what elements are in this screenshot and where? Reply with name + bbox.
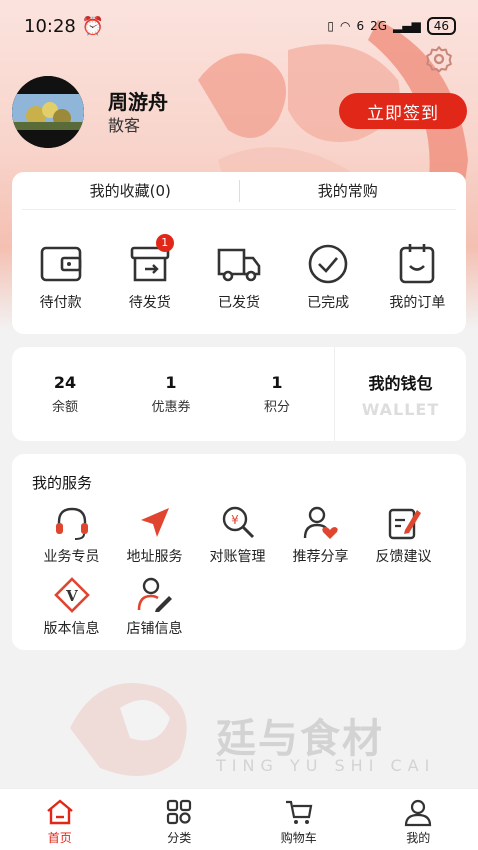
orders-card: 我的收藏(0) 我的常购 待付款 1 待发货 已发货 已完成 我的订单 [12,172,466,334]
version-icon: V [53,577,90,613]
order-badge: 1 [155,234,174,252]
tab-profile[interactable]: 我的 [359,789,478,850]
avatar-image [12,76,84,148]
order-completed[interactable]: 已完成 [288,242,368,312]
bottom-tab-bar: 首页 分类 购物车 我的 [0,788,478,850]
check-circle-icon [308,244,348,284]
vibrate-icon: ▯ [327,19,334,33]
user-type: 散客 [108,116,141,135]
service-share[interactable]: 推荐分享 [279,504,362,566]
frequent-purchases-link[interactable]: 我的常购 [240,180,457,201]
user-heart-icon [303,506,338,539]
user-edit-icon [137,577,172,612]
points-stat[interactable]: 1 积分 [224,373,330,415]
wifi-icon: ◠ [339,19,351,33]
truck-icon [217,248,261,282]
my-collection-link[interactable]: 我的收藏(0) [22,180,239,201]
tab-category[interactable]: 分类 [120,789,240,850]
assets-card: 24 余额 1 优惠券 1 积分 我的钱包 WALLET [12,347,466,441]
service-feedback[interactable]: 反馈建议 [362,504,445,566]
order-pending-shipment[interactable]: 1 待发货 [110,234,190,312]
signal-label: 6 [356,19,365,33]
order-pending-payment[interactable]: 待付款 [21,242,101,312]
wallet-icon [40,246,81,282]
my-orders[interactable]: 我的订单 [377,242,457,312]
service-version[interactable]: V 版本信息 [30,576,113,638]
status-bar: 10:28 ⏰ ▯ ◠ 6 2G ▂▄▆ 46 [0,0,478,52]
location-arrow-icon [140,508,169,537]
my-wallet[interactable]: 我的钱包 WALLET [335,370,466,419]
services-title: 我的服务 [32,474,93,492]
gear-icon[interactable] [424,44,454,74]
search-yuan-icon: ¥ [222,506,254,539]
edit-note-icon [388,508,421,540]
coupon-stat[interactable]: 1 优惠券 [118,373,224,415]
alarm-icon: ⏰ [81,15,105,37]
battery-indicator: 46 [426,17,456,35]
tab-cart[interactable]: 购物车 [239,789,359,850]
signal-icon: ▂▄▆ [393,19,421,33]
service-reconciliation[interactable]: ¥ 对账管理 [196,504,279,566]
tab-home[interactable]: 首页 [0,789,120,850]
watermark-subtitle: TING YU SHI CAI [216,756,436,775]
signin-button[interactable]: 立即签到 [339,93,467,129]
avatar[interactable] [12,76,84,148]
svg-text:¥: ¥ [231,513,239,527]
services-card: 我的服务 业务专员 地址服务 ¥ 对账管理 推荐分享 反馈建议 V 版本信息 店… [12,454,466,650]
clipboard-icon [400,244,435,284]
cart-icon [285,800,313,824]
service-address[interactable]: 地址服务 [113,504,196,566]
service-store-info[interactable]: 店铺信息 [113,576,196,638]
home-icon [46,799,73,825]
balance-stat[interactable]: 24 余额 [12,373,118,415]
user-name: 周游舟 [108,90,168,114]
category-icon [167,799,192,825]
headset-icon [55,507,88,540]
profile-icon [405,799,432,827]
svg-text:V: V [65,587,78,605]
service-business-rep[interactable]: 业务专员 [30,504,113,566]
network-label: 2G [370,19,388,33]
status-time: 10:28 [24,15,76,37]
order-shipped[interactable]: 已发货 [199,242,279,312]
